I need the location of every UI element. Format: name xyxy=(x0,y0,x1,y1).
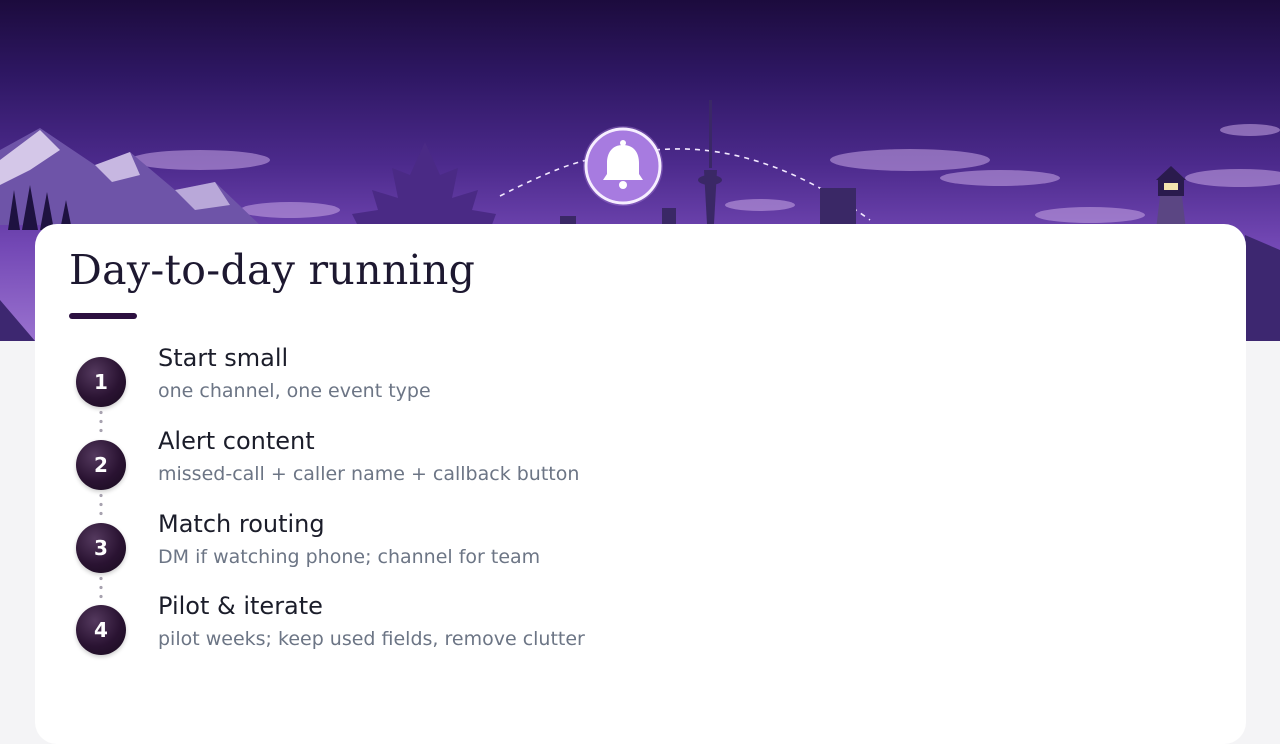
step-connector xyxy=(99,408,103,436)
signal-arc xyxy=(499,148,871,221)
step-number-badge: 2 xyxy=(76,440,126,490)
content-card: Day-to-day running 1 Start small one cha… xyxy=(35,224,1246,744)
lighthouse xyxy=(1156,166,1186,230)
step-number-badge: 4 xyxy=(76,605,126,655)
step-title: Match routing xyxy=(158,510,325,538)
step-title: Pilot & iterate xyxy=(158,592,323,620)
step-description: pilot weeks; keep used fields, remove cl… xyxy=(158,628,585,650)
step-description: DM if watching phone; channel for team xyxy=(158,546,541,568)
step-connector xyxy=(99,491,103,519)
step-number-badge: 1 xyxy=(76,357,126,407)
step-number-badge: 3 xyxy=(76,523,126,573)
tower xyxy=(698,100,722,224)
title-underline xyxy=(69,313,137,319)
step-description: one channel, one event type xyxy=(158,380,431,402)
page-title: Day-to-day running xyxy=(69,246,476,294)
step-item: 2 Alert content missed-call + caller nam… xyxy=(35,427,935,519)
step-item: 1 Start small one channel, one event typ… xyxy=(35,344,935,436)
step-item: 3 Match routing DM if watching phone; ch… xyxy=(35,510,935,602)
maple-leaf-icon xyxy=(352,142,496,230)
step-item: 4 Pilot & iterate pilot weeks; keep used… xyxy=(35,592,935,668)
step-title: Start small xyxy=(158,344,289,372)
bell-icon xyxy=(583,126,663,206)
step-description: missed-call + caller name + callback but… xyxy=(158,463,580,485)
step-title: Alert content xyxy=(158,427,315,455)
